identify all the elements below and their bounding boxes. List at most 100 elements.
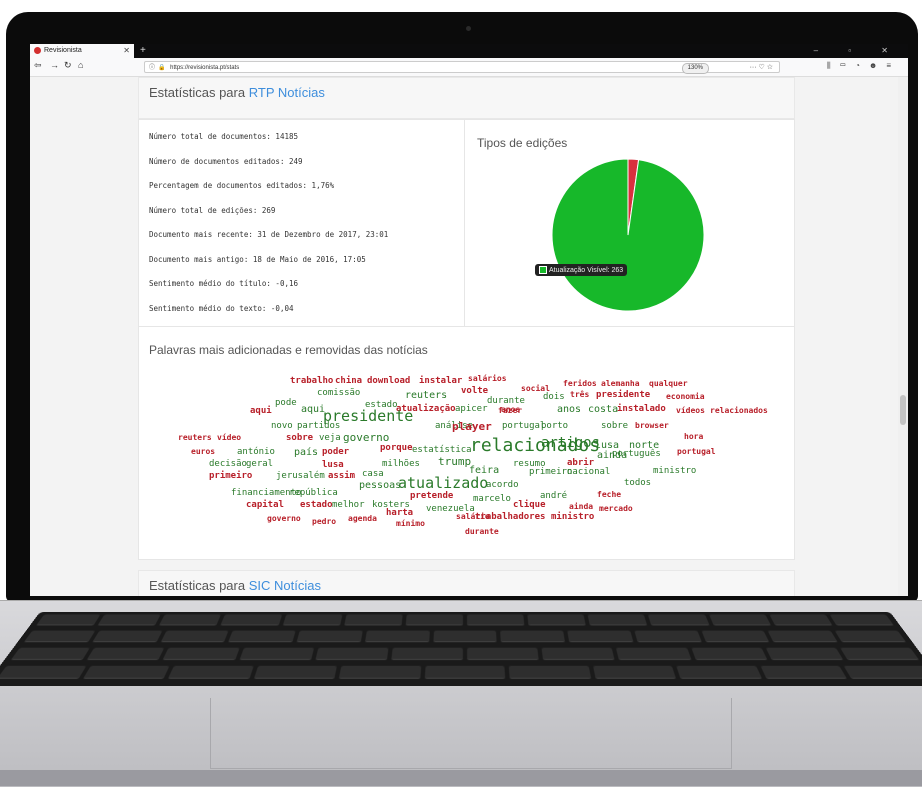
info-icon: ⓘ	[149, 65, 156, 71]
browser-tab[interactable]: Revisionista ✕	[30, 44, 134, 58]
zoom-badge[interactable]: 130%	[681, 63, 709, 74]
word-cloud-word: pessoas	[359, 480, 402, 491]
new-tab-icon[interactable]: +	[140, 44, 146, 58]
word-cloud-word: atualizado	[398, 474, 489, 492]
word-cloud-word: portugal	[677, 447, 716, 456]
word-cloud-word: novo	[271, 421, 293, 431]
word-cloud-word: poder	[322, 447, 350, 457]
edits-chart-panel: Tipos de edições Atualização Visível: 26…	[465, 120, 794, 326]
word-cloud-word: economia	[666, 392, 705, 401]
word-cloud-word: china	[335, 376, 363, 386]
word-cloud-word: veja	[319, 433, 341, 443]
scrollbar-thumb[interactable]	[900, 395, 906, 425]
word-cloud-word: pode	[275, 398, 297, 408]
word-cloud-word: marcelo	[473, 494, 511, 504]
site-favicon-icon	[34, 47, 41, 54]
stats-row: Número total de documentos: 14185 Número…	[139, 120, 794, 327]
word-cloud-word: volte	[461, 386, 489, 396]
stat-line: Documento mais antigo: 18 de Maio de 201…	[149, 254, 366, 264]
word-cloud-word: assim	[328, 471, 356, 481]
word-cloud-word: capital	[246, 500, 284, 510]
word-cloud-word: república	[289, 488, 338, 498]
scrollbar[interactable]	[898, 77, 908, 596]
address-bar[interactable]: ⓘ 🔒 https://revisionista.pt/stats 130% ··…	[144, 61, 780, 74]
word-cloud-word: porto	[541, 421, 569, 431]
close-tab-icon[interactable]: ✕	[123, 44, 130, 58]
word-cloud-word: browser	[635, 421, 669, 430]
word-cloud-word: reuters	[405, 390, 448, 401]
word-cloud-word: agenda	[348, 514, 377, 523]
word-cloud-word: casa	[362, 469, 384, 479]
word-cloud-title: Palavras mais adicionadas e removidas da…	[149, 343, 428, 357]
page-viewport: Estatísticas para RTP Notícias Número to…	[30, 77, 908, 596]
forward-icon[interactable]: →	[50, 60, 59, 70]
word-cloud-word: decisão	[209, 459, 247, 469]
word-cloud-word: acordo	[486, 480, 519, 490]
url-text: https://revisionista.pt/stats	[170, 65, 240, 71]
stats-list: Número total de documentos: 14185 Número…	[139, 120, 465, 326]
word-cloud-word: comissão	[317, 388, 361, 398]
stat-line: Número de documentos editados: 249	[149, 156, 303, 166]
word-cloud-word: sobre	[601, 421, 629, 431]
word-cloud-word: costa	[588, 404, 619, 415]
word-cloud-word: clique	[513, 500, 546, 510]
word-cloud-word: relacionados	[710, 406, 768, 415]
word-cloud-word: lusa	[322, 460, 344, 470]
word-cloud-word: reuters	[178, 433, 212, 442]
word-cloud-word: partidos	[297, 421, 341, 431]
keyboard	[0, 612, 922, 687]
section-heading-sic: Estatísticas para SIC Notícias	[138, 570, 795, 596]
word-cloud-word: instalar	[419, 376, 463, 386]
edits-pie-chart[interactable]	[551, 158, 705, 312]
reload-icon[interactable]: ↻	[64, 60, 72, 71]
word-cloud-word: pedro	[312, 517, 337, 526]
chart-tooltip: Atualização Visível: 263	[535, 264, 628, 276]
tab-bar: Revisionista ✕ + – ▫ ✕	[30, 44, 908, 58]
word-cloud-word: português	[612, 449, 661, 459]
page-actions-icon[interactable]: ··· ♡ ☆	[750, 62, 773, 74]
webcam	[466, 26, 471, 31]
word-cloud-word: vídeo	[217, 433, 242, 442]
back-icon[interactable]: ⇦	[34, 60, 42, 71]
sic-link[interactable]: SIC Notícias	[249, 578, 321, 593]
toolbar-icons[interactable]: ⫼▭◔☻≡	[827, 61, 900, 71]
word-cloud-word: porque	[380, 443, 413, 453]
word-cloud-word: estatística	[412, 445, 472, 455]
word-cloud-word: artigos	[541, 435, 601, 451]
word-cloud-word: sobre	[286, 433, 314, 443]
home-icon[interactable]: ⌂	[78, 60, 83, 70]
page-content: Estatísticas para RTP Notícias Número to…	[138, 77, 795, 596]
word-cloud-word: todos	[624, 478, 652, 488]
word-cloud-word: portugal	[502, 421, 546, 431]
stat-line: Número total de edições: 269	[149, 205, 276, 215]
pie-slice-atualizacao-visivel[interactable]	[551, 158, 705, 312]
window-controls[interactable]: – ▫ ✕	[814, 44, 902, 58]
word-cloud-word: ainda	[569, 502, 594, 511]
word-cloud-word: qualquer	[649, 379, 688, 388]
word-cloud-word: melhor	[332, 500, 365, 510]
tooltip-swatch	[539, 266, 547, 274]
word-cloud-word: apicer	[455, 404, 488, 414]
word-cloud-word: dois	[543, 392, 565, 402]
word-cloud-word: milhões	[382, 459, 420, 469]
word-cloud-word: antónio	[237, 447, 275, 457]
word-cloud-word: mínimo	[396, 519, 425, 528]
word-cloud-word: anos	[501, 405, 521, 414]
word-cloud-word: ministro	[551, 512, 595, 522]
word-cloud-word: primeiro	[209, 471, 253, 481]
word-cloud-word: primeiro	[529, 467, 573, 477]
stat-line: Sentimento médio do texto: -0,04	[149, 303, 294, 313]
word-cloud-word: instalado	[617, 404, 666, 414]
word-cloud-word: trump	[438, 455, 472, 468]
screen: Revisionista ✕ + – ▫ ✕ ⇦ → ↻ ⌂ ⓘ 🔒 https:…	[30, 44, 908, 596]
word-cloud-word: estado	[300, 500, 333, 510]
word-cloud-word: vídeos	[676, 406, 705, 415]
stats-card: Número total de documentos: 14185 Número…	[138, 119, 795, 560]
stat-line: Percentagem de documentos editados: 1,76…	[149, 181, 335, 190]
lock-icon: 🔒	[158, 65, 166, 71]
chart-title: Tipos de edições	[477, 136, 568, 150]
rtp-link[interactable]: RTP Notícias	[249, 85, 325, 100]
word-cloud-word: geral	[246, 459, 274, 469]
word-cloud: trabalho china download instalar salários fer…	[139, 375, 794, 555]
word-cloud-word: trabalho	[290, 376, 334, 386]
